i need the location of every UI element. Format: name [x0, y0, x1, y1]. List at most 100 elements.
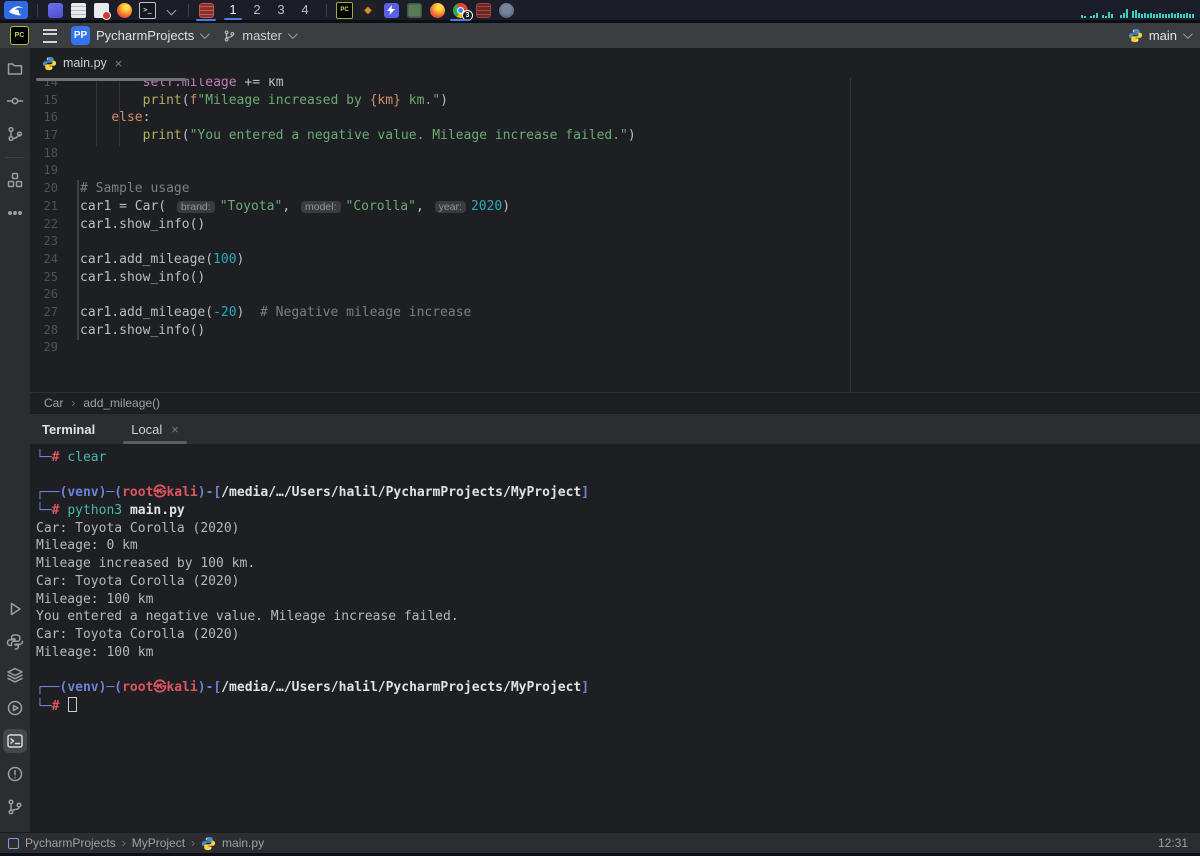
close-tab-icon[interactable]: ×: [115, 57, 123, 70]
line-number[interactable]: 26: [30, 286, 58, 304]
workspace-3[interactable]: 3: [269, 0, 293, 20]
line-number[interactable]: 28: [30, 322, 58, 340]
line-number[interactable]: 20: [30, 180, 58, 198]
line-number[interactable]: 23: [30, 233, 58, 251]
status-path-item[interactable]: PycharmProjects: [25, 836, 116, 850]
taskbar-chrome-icon[interactable]: 3: [452, 2, 468, 18]
monitor-bar: [1168, 14, 1170, 18]
status-path-item[interactable]: main.py: [222, 836, 264, 850]
workspace-2[interactable]: 2: [245, 0, 269, 20]
terminal-output[interactable]: └─# clear┌──(venv)─(root㉿kali)-[/media/……: [30, 445, 1200, 832]
monitor-bar: [1144, 13, 1146, 18]
line-number[interactable]: 18: [30, 145, 58, 163]
monitor-bar: [1156, 14, 1158, 18]
line-number[interactable]: 29: [30, 339, 58, 357]
breadcrumb-item[interactable]: add_mileage(): [83, 396, 160, 410]
terminal-line: You entered a negative value. Mileage in…: [36, 608, 1200, 626]
workspace-4[interactable]: 4: [293, 0, 317, 20]
problems-icon[interactable]: [3, 762, 27, 786]
line-number[interactable]: 22: [30, 216, 58, 234]
kali-menu-button[interactable]: [4, 1, 28, 19]
monitor-bar: [1162, 14, 1164, 18]
code-line[interactable]: 23: [30, 233, 1200, 251]
editor-tab-bar: main.py ×: [30, 48, 1200, 78]
code-line[interactable]: 19: [30, 162, 1200, 180]
monitor-bar: [1108, 12, 1110, 18]
line-number[interactable]: 15: [30, 92, 58, 110]
line-number[interactable]: 16: [30, 109, 58, 127]
monitor-bar: [1159, 13, 1161, 18]
breadcrumb-item[interactable]: Car: [44, 396, 63, 410]
close-terminal-tab-icon[interactable]: ×: [171, 423, 179, 436]
launcher-firefox-icon[interactable]: [116, 2, 132, 18]
launcher-terminal-icon[interactable]: >_: [139, 2, 156, 18]
code-line[interactable]: 25car1.show_info(): [30, 269, 1200, 287]
run-toolwindow-icon[interactable]: [3, 597, 27, 621]
taskbar-pycharm-icon[interactable]: PC: [336, 2, 353, 18]
tab-main-py[interactable]: main.py ×: [30, 48, 132, 78]
code-line[interactable]: 17 print("You entered a negative value. …: [30, 127, 1200, 145]
line-number[interactable]: 21: [30, 198, 58, 216]
launcher-files-icon[interactable]: [47, 2, 63, 18]
code-editor[interactable]: 14 self.mileage += km15 print(f"Mileage …: [30, 78, 1200, 392]
terminal-title[interactable]: Terminal: [42, 422, 95, 437]
terminal-tab-local[interactable]: Local ×: [121, 414, 189, 444]
taskbar-app-red-icon[interactable]: [198, 2, 214, 18]
more-toolwindows-icon[interactable]: [3, 201, 27, 225]
line-number[interactable]: 19: [30, 162, 58, 180]
run-configuration-widget[interactable]: main: [1128, 28, 1190, 43]
taskbar-bolt-app-icon[interactable]: [383, 2, 399, 18]
taskbar-discord-icon[interactable]: [498, 2, 514, 18]
code-line[interactable]: 21car1 = Car( brand:"Toyota", model:"Cor…: [30, 198, 1200, 216]
services-icon[interactable]: [3, 663, 27, 687]
terminal-toolwindow-icon[interactable]: [3, 729, 27, 753]
terminal-header: Terminal Local ×: [30, 413, 1200, 445]
taskbar-firefox-icon[interactable]: [429, 2, 445, 18]
launcher-notes-icon[interactable]: [70, 2, 86, 18]
commit-icon[interactable]: [3, 89, 27, 113]
taskbar-burpsuite-icon[interactable]: ◆: [360, 2, 376, 18]
breadcrumb-separator: ›: [71, 396, 75, 410]
launcher-texteditor-icon[interactable]: [93, 2, 109, 18]
system-monitor-graph[interactable]: [1075, 3, 1196, 18]
code-line[interactable]: 28car1.show_info(): [30, 322, 1200, 340]
taskbar: >_ 1234 PC ◆ 3: [0, 0, 1200, 20]
code-line[interactable]: 15 print(f"Mileage increased by {km} km.…: [30, 92, 1200, 110]
line-number[interactable]: 25: [30, 269, 58, 287]
status-path[interactable]: PycharmProjects›MyProject›main.py: [25, 836, 264, 851]
line-number[interactable]: 27: [30, 304, 58, 322]
workspace-1[interactable]: 1: [221, 0, 245, 20]
main-menu-button[interactable]: [43, 29, 57, 43]
monitor-bar: [1132, 11, 1134, 18]
code-line[interactable]: 18: [30, 145, 1200, 163]
git-toolwindow-icon[interactable]: [3, 795, 27, 819]
python-packages-icon[interactable]: [3, 696, 27, 720]
taskbar-green-app-icon[interactable]: [406, 2, 422, 18]
monitor-bar: [1123, 13, 1125, 18]
status-path-separator: ›: [191, 836, 195, 850]
terminal-dropdown-chevron-icon[interactable]: [163, 2, 179, 18]
vcs-branch-widget[interactable]: master: [223, 28, 295, 43]
taskbar-red-app2-icon[interactable]: [475, 2, 491, 18]
code-line[interactable]: 27car1.add_mileage(-20) # Negative milea…: [30, 304, 1200, 322]
project-widget[interactable]: PP PycharmProjects: [71, 26, 207, 45]
monitor-bar: [1111, 14, 1113, 18]
code-line[interactable]: 22car1.show_info(): [30, 216, 1200, 234]
monitor-bar: [1084, 16, 1086, 18]
monitor-bar: [1174, 14, 1176, 18]
code-line[interactable]: 16 else:: [30, 109, 1200, 127]
line-number[interactable]: 24: [30, 251, 58, 269]
status-path-item[interactable]: MyProject: [132, 836, 185, 850]
line-number[interactable]: 17: [30, 127, 58, 145]
version-control-icon[interactable]: [3, 122, 27, 146]
code-line[interactable]: 14 self.mileage += km: [30, 78, 1200, 92]
code-line[interactable]: 29: [30, 339, 1200, 357]
structure-icon[interactable]: [3, 168, 27, 192]
code-line[interactable]: 20# Sample usage: [30, 180, 1200, 198]
code-line[interactable]: 24car1.add_mileage(100): [30, 251, 1200, 269]
python-console-icon[interactable]: [3, 630, 27, 654]
code-line[interactable]: 26: [30, 286, 1200, 304]
terminal-line: Car: Toyota Corolla (2020): [36, 573, 1200, 591]
monitor-bar: [1147, 14, 1149, 18]
project-folder-icon[interactable]: [3, 56, 27, 80]
